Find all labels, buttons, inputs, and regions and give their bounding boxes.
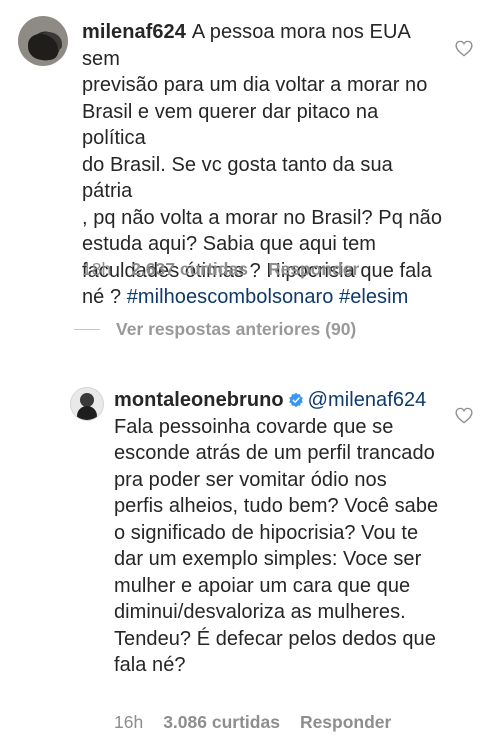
comment-line: o significado de hipocrisia? Vou te xyxy=(114,521,419,544)
comment-meta: 16h 3.086 curtidas Responder xyxy=(114,712,391,733)
heart-icon[interactable] xyxy=(455,407,473,424)
likes-count-link[interactable]: 3.086 curtidas xyxy=(163,712,280,733)
avatar[interactable] xyxy=(18,16,68,66)
comment-line: diminui/desvaloriza as mulheres. xyxy=(114,601,406,623)
comment-line: fala né? xyxy=(114,654,186,676)
comment-line: Fala pessoinha covarde que se xyxy=(114,415,394,438)
comment-line: previsão para um dia voltar a morar no xyxy=(82,74,428,96)
comment-text: montaleonebruno @milenaf624 Fala pessoinh… xyxy=(114,387,444,679)
comment-time: 18h xyxy=(82,259,112,279)
likes-count-link[interactable]: 2.637 curtidas xyxy=(131,259,248,280)
comment-meta: 18h 2.637 curtidas Responder xyxy=(82,259,359,280)
comment-line: mulher e apoiar um cara que que xyxy=(114,574,411,597)
comment-line: perfis alheios, tudo bem? Você sabe xyxy=(114,495,439,517)
view-previous-replies-button[interactable]: Ver respostas anteriores (90) xyxy=(74,319,356,340)
comment-line-prefix: né ? xyxy=(82,286,122,308)
reply-comment: montaleonebruno @milenaf624 Fala pessoinh… xyxy=(0,370,500,750)
comment-line: pra poder ser vomitar ódio nos xyxy=(114,468,387,491)
comment-line: né ? #milhoescombolsonaro #elesim xyxy=(82,284,442,311)
comment-username[interactable]: milenaf624 xyxy=(82,21,186,43)
view-previous-replies-label: Ver respostas anteriores (90) xyxy=(116,319,357,339)
verified-badge-icon xyxy=(288,392,303,408)
comment: milenaf624 A pessoa mora nos EUA sem prev… xyxy=(0,0,500,308)
avatar[interactable] xyxy=(70,387,104,421)
comment-line: dar um exemplo simples: Voce ser xyxy=(114,548,422,570)
comment-line: esconde atrás de um perfil trancado xyxy=(114,442,435,464)
comment-line: estuda aqui? Sabia que aqui tem xyxy=(82,233,376,255)
reply-button[interactable]: Responder xyxy=(300,712,391,733)
comment-time: 16h xyxy=(114,712,144,732)
reply-button[interactable]: Responder xyxy=(268,259,359,280)
comment-line: , pq não volta a morar no Brasil? Pq não xyxy=(82,206,442,229)
hashtag-link[interactable]: #elesim xyxy=(339,286,408,308)
mention-link[interactable]: @milenaf624 xyxy=(308,389,427,411)
heart-icon[interactable] xyxy=(455,40,473,57)
comment-line: Tendeu? É defecar pelos dedos que xyxy=(114,627,436,650)
comment-line: do Brasil. Se vc gosta tanto da sua pátr… xyxy=(82,153,393,203)
comment-line: Brasil e vem querer dar pitaco na políti… xyxy=(82,100,379,150)
divider-line xyxy=(74,329,100,330)
hashtag-link[interactable]: #milhoescombolsonaro xyxy=(127,286,334,308)
comment-username[interactable]: montaleonebruno xyxy=(114,389,284,411)
